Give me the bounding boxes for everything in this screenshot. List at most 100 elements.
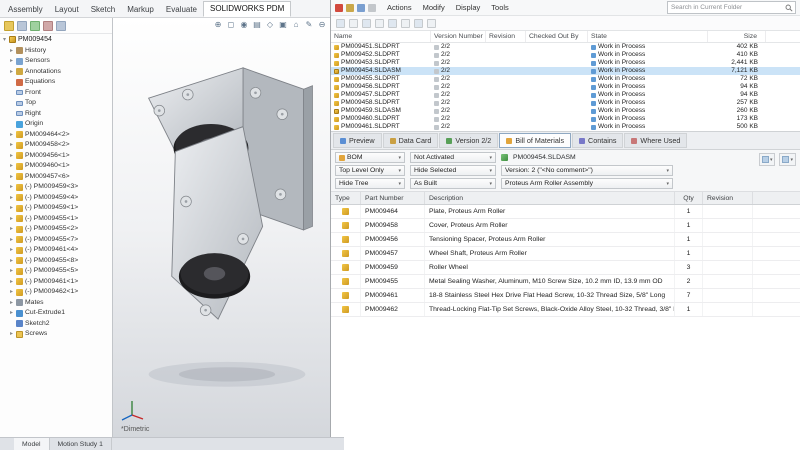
tree-item-pm009455-1[interactable]: ▸(-) PM009455<1> [0, 214, 112, 225]
tree-item-pm009459-4[interactable]: ▸(-) PM009459<4> [0, 193, 112, 204]
tab-model[interactable]: Model [14, 438, 50, 450]
tree-item-history[interactable]: ▸History [0, 46, 112, 57]
zoom-area-icon[interactable]: ◻ [226, 20, 236, 30]
activation-dropdown[interactable]: Not Activated ▾ [410, 152, 496, 163]
dimxpertmanager-icon[interactable] [43, 21, 53, 31]
view-orientation-icon[interactable]: ◇ [265, 20, 275, 30]
file-row[interactable]: PM009453.SLDPRT2/2Work in Process2,441 K… [331, 59, 800, 67]
new-folder-icon[interactable] [346, 4, 354, 12]
bom-type-dropdown[interactable]: BOM ▾ [335, 152, 405, 163]
tree-item-pm009461-1[interactable]: ▸(-) PM009461<1> [0, 277, 112, 288]
menu-actions[interactable]: Actions [382, 2, 417, 13]
tree-item-screws[interactable]: ▸Screws [0, 329, 112, 340]
bom-row[interactable]: PM00946118-8 Stainless Steel Hex Drive F… [331, 289, 800, 303]
copy-icon[interactable] [357, 4, 365, 12]
previous-view-icon[interactable]: ◉ [239, 20, 249, 30]
tree-item-pm009459-3[interactable]: ▸(-) PM009459<3> [0, 182, 112, 193]
configuration-dropdown[interactable]: Proteus Arm Roller Assembly ▾ [501, 178, 673, 189]
change-state-icon[interactable] [401, 19, 410, 28]
ribbon-tab-markup[interactable]: Markup [121, 3, 160, 17]
as-built-dropdown[interactable]: As Built ▾ [410, 178, 496, 189]
tree-item-pm009459-1[interactable]: ▸(-) PM009459<1> [0, 203, 112, 214]
tab-motion-study-1[interactable]: Motion Study 1 [50, 438, 112, 450]
tree-item-annotations[interactable]: ▸Annotations [0, 67, 112, 78]
appearance-icon[interactable]: ✎ [304, 20, 314, 30]
file-row[interactable]: PM009455.SLDPRT2/2Work in Process72 KB [331, 75, 800, 83]
tree-item-top[interactable]: Top [0, 98, 112, 109]
bom-column-header-description[interactable]: Description [425, 192, 675, 204]
menu-tools[interactable]: Tools [486, 2, 514, 13]
displaymanager-icon[interactable] [56, 21, 66, 31]
tree-item-pm009455-7[interactable]: ▸(-) PM009455<7> [0, 235, 112, 246]
properties-icon[interactable] [368, 4, 376, 12]
tree-item-pm009455-8[interactable]: ▸(-) PM009455<8> [0, 256, 112, 267]
tree-root-item[interactable]: ▾ PM009454 [0, 34, 112, 45]
hide-show-icon[interactable]: ⌂ [291, 20, 301, 30]
ribbon-tab-sketch[interactable]: Sketch [85, 3, 121, 17]
bom-row[interactable]: PM009457Wheel Shaft, Proteus Arm Roller1 [331, 247, 800, 261]
tree-item-right[interactable]: Right [0, 109, 112, 120]
tree-item-pm009461-4[interactable]: ▸(-) PM009461<4> [0, 245, 112, 256]
get-latest-icon[interactable] [362, 19, 371, 28]
bom-row[interactable]: PM009456Tensioning Spacer, Proteus Arm R… [331, 233, 800, 247]
tree-item-cut-extrude1[interactable]: ▸Cut-Extrude1 [0, 308, 112, 319]
history-icon[interactable] [375, 19, 384, 28]
settings-icon[interactable] [427, 19, 436, 28]
bom-column-header-qty[interactable]: Qty [675, 192, 703, 204]
tree-item-sketch2[interactable]: Sketch2 [0, 319, 112, 330]
file-row[interactable]: PM009460.SLDPRT2/2Work in Process173 KB [331, 115, 800, 123]
file-row[interactable]: PM009459.SLDASM2/2Work in Process260 KB [331, 107, 800, 115]
zoom-fit-icon[interactable]: ⊕ [213, 20, 223, 30]
tree-toggle-dropdown[interactable]: Hide Tree ▾ [335, 178, 405, 189]
tab-version-2-2[interactable]: Version 2/2 [439, 133, 498, 148]
ribbon-tab-layout[interactable]: Layout [49, 3, 85, 17]
menu-display[interactable]: Display [451, 2, 486, 13]
menu-modify[interactable]: Modify [418, 2, 450, 13]
tree-item-pm009455-5[interactable]: ▸(-) PM009455<5> [0, 266, 112, 277]
display-style-icon[interactable]: ▣ [278, 20, 288, 30]
tree-item-pm009456-1[interactable]: ▸PM009456<1> [0, 151, 112, 162]
ribbon-tab-evaluate[interactable]: Evaluate [160, 3, 203, 17]
bom-row[interactable]: PM009459Roller Wheel3 [331, 261, 800, 275]
propertymanager-icon[interactable] [17, 21, 27, 31]
bom-row[interactable]: PM009464Plate, Proteus Arm Roller1 [331, 205, 800, 219]
tree-item-mates[interactable]: ▸Mates [0, 298, 112, 309]
tree-item-equations[interactable]: Equations [0, 77, 112, 88]
file-row[interactable]: PM009451.SLDPRT2/2Work in Process402 KB [331, 43, 800, 51]
bom-row[interactable]: PM009462Thread-Locking Flat-Tip Set Scre… [331, 303, 800, 317]
ribbon-tab-solidworks-pdm[interactable]: SOLIDWORKS PDM [203, 1, 291, 17]
file-row[interactable]: PM009458.SLDPRT2/2Work in Process257 KB [331, 99, 800, 107]
graphics-viewport[interactable]: ⊕◻◉▤◇▣⌂✎⊖ [113, 18, 330, 438]
version-dropdown[interactable]: Version: 2 ("<No comment>") ▾ [501, 165, 673, 176]
file-row[interactable]: PM009454.SLDASM2/2Work in Process7,121 K… [331, 67, 800, 75]
column-header-state[interactable]: State [588, 31, 708, 42]
level-dropdown[interactable]: Top Level Only ▾ [335, 165, 405, 176]
tab-data-card[interactable]: Data Card [383, 133, 439, 148]
check-in-icon[interactable] [349, 19, 358, 28]
file-row[interactable]: PM009461.SLDPRT2/2Work in Process500 KB [331, 123, 800, 131]
check-out-icon[interactable] [336, 19, 345, 28]
tab-where-used[interactable]: Where Used [624, 133, 687, 148]
column-header-revision[interactable]: Revision [486, 31, 526, 42]
tree-item-sensors[interactable]: ▸Sensors [0, 56, 112, 67]
tree-item-front[interactable]: Front [0, 88, 112, 99]
bom-row[interactable]: PM009455Metal Sealing Washer, Aluminum, … [331, 275, 800, 289]
export-icon[interactable]: ▾ [779, 153, 796, 166]
tab-contains[interactable]: Contains [572, 133, 623, 148]
file-row[interactable]: PM009452.SLDPRT2/2Work in Process410 KB [331, 51, 800, 59]
configurationmanager-icon[interactable] [30, 21, 40, 31]
table-view-icon[interactable]: ▾ [759, 153, 776, 166]
selection-filter-dropdown[interactable]: Hide Selected ▾ [410, 165, 496, 176]
tree-item-origin[interactable]: Origin [0, 119, 112, 130]
ribbon-tab-assembly[interactable]: Assembly [2, 3, 49, 17]
tree-item-pm009464-2[interactable]: ▸PM009464<2> [0, 130, 112, 141]
column-header-name[interactable]: Name [331, 31, 431, 42]
section-view-icon[interactable]: ▤ [252, 20, 262, 30]
column-header-version-number[interactable]: Version Number [431, 31, 486, 42]
bom-row[interactable]: PM009458Cover, Proteus Arm Roller1 [331, 219, 800, 233]
tab-preview[interactable]: Preview [333, 133, 382, 148]
tree-item-pm009460-1[interactable]: ▸PM009460<1> [0, 161, 112, 172]
vault-home-icon[interactable] [335, 4, 343, 12]
tree-item-pm009455-2[interactable]: ▸(-) PM009455<2> [0, 224, 112, 235]
scene-icon[interactable]: ⊖ [317, 20, 327, 30]
